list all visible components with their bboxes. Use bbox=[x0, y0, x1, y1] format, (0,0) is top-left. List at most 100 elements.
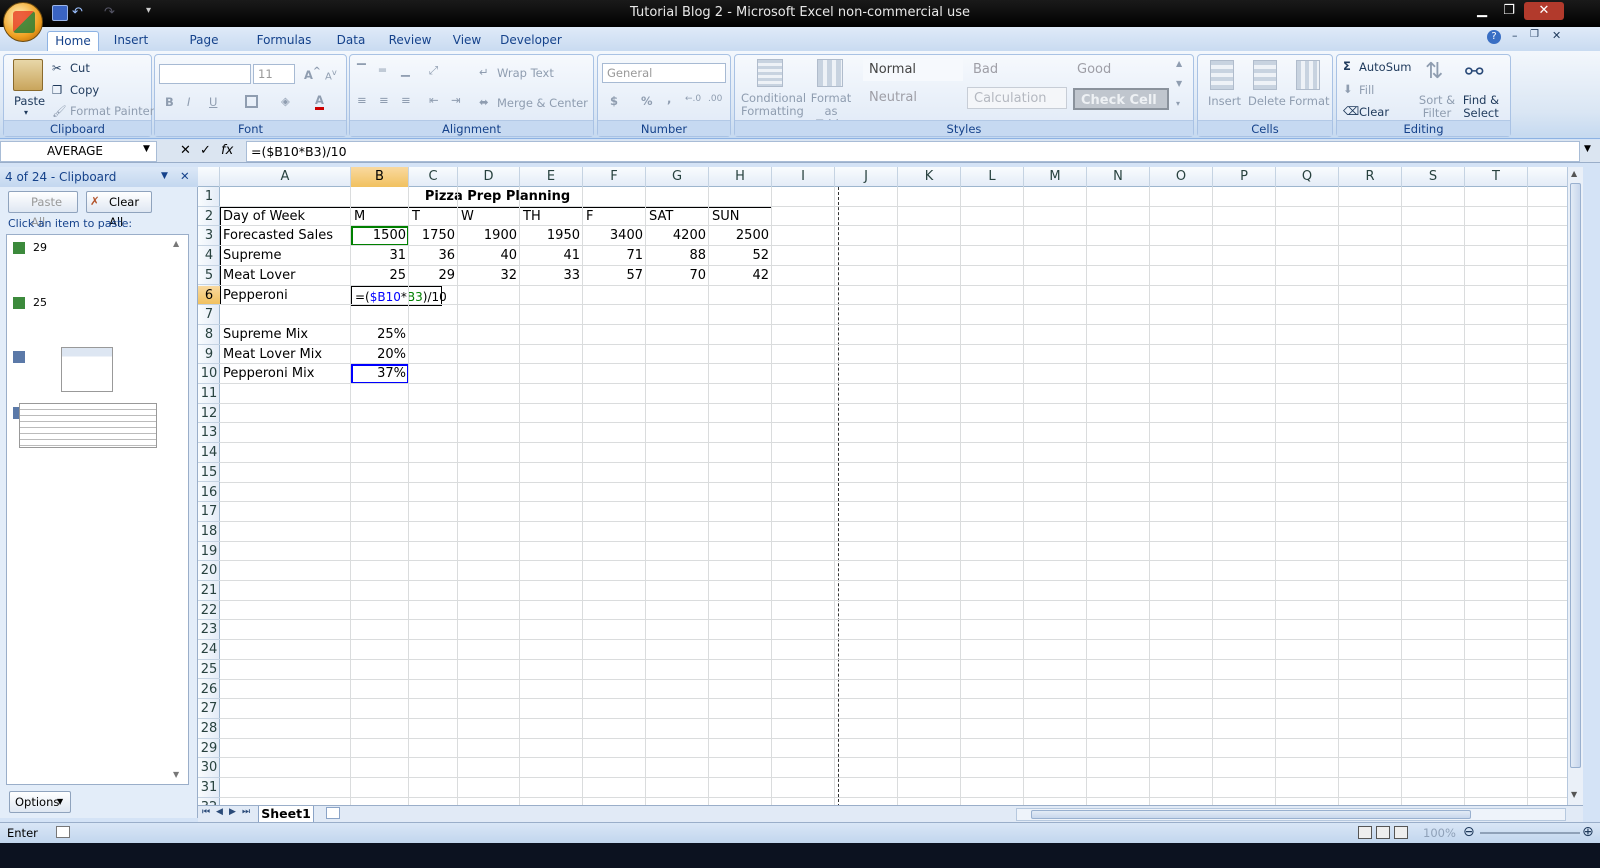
pane-options-dropdown-icon[interactable]: ▼ bbox=[161, 171, 168, 181]
clear-button[interactable]: Clear bbox=[1359, 105, 1389, 119]
worksheet-grid[interactable]: ABCDEFGHIJKLMNOPQRST 1 2 3 4 5 6 7 8 9 10 11 12 13 14… bbox=[198, 167, 1567, 805]
align-left-icon[interactable]: ≡ bbox=[357, 93, 367, 107]
row-header-4[interactable]: 4 bbox=[198, 246, 220, 266]
row-header-25[interactable]: 25 bbox=[198, 660, 220, 680]
sheet-title-cell[interactable]: Pizza Prep Planning bbox=[220, 187, 772, 207]
styles-scroll-down-icon[interactable]: ▼ bbox=[1176, 79, 1182, 88]
row-header-28[interactable]: 28 bbox=[198, 719, 220, 739]
align-middle-icon[interactable]: ═ bbox=[379, 63, 386, 77]
align-bottom-icon[interactable]: ▁ bbox=[401, 63, 410, 77]
row-header-23[interactable]: 23 bbox=[198, 620, 220, 641]
row-header-20[interactable]: 20 bbox=[198, 561, 220, 581]
font-color-icon[interactable]: A bbox=[315, 93, 324, 110]
grow-font-icon[interactable]: A^ bbox=[304, 66, 321, 82]
column-header-r[interactable]: R bbox=[1339, 167, 1402, 187]
row-header-7[interactable]: 7 bbox=[198, 305, 220, 325]
scroll-up-icon[interactable]: ▲ bbox=[1571, 169, 1577, 178]
mix-value-cell[interactable]: 20% bbox=[351, 345, 409, 365]
office-button[interactable] bbox=[3, 2, 43, 42]
column-header-q[interactable]: Q bbox=[1276, 167, 1339, 187]
mix-label-cell[interactable]: Supreme Mix bbox=[220, 325, 351, 345]
tab-data[interactable]: Data bbox=[334, 31, 368, 51]
cancel-entry-icon[interactable]: ✕ bbox=[180, 143, 191, 158]
normal-view-icon[interactable] bbox=[1358, 826, 1372, 839]
tab-view[interactable]: View bbox=[449, 31, 485, 51]
column-header-d[interactable]: D bbox=[458, 167, 520, 187]
clipboard-item[interactable]: 25 bbox=[13, 296, 47, 309]
mix-value-cell[interactable]: 25% bbox=[351, 325, 409, 345]
enter-entry-icon[interactable]: ✓ bbox=[200, 143, 211, 158]
fill-color-icon[interactable]: ◈ bbox=[281, 94, 290, 108]
sheet-tab-sheet1[interactable]: Sheet1 bbox=[258, 806, 314, 823]
row-header-31[interactable]: 31 bbox=[198, 778, 220, 798]
cut-button[interactable]: Cut bbox=[70, 61, 90, 75]
column-header-a[interactable]: A bbox=[220, 167, 351, 187]
column-header-s[interactable]: S bbox=[1402, 167, 1465, 187]
paste-button[interactable]: Paste bbox=[14, 94, 45, 108]
column-header-o[interactable]: O bbox=[1150, 167, 1213, 187]
insert-cells-button[interactable]: Insert bbox=[1208, 94, 1241, 108]
copy-button[interactable]: Copy bbox=[70, 83, 99, 97]
font-size-box[interactable]: 11 bbox=[253, 64, 295, 84]
row-header-27[interactable]: 27 bbox=[198, 699, 220, 719]
name-box[interactable]: AVERAGE bbox=[0, 141, 157, 162]
clipboard-image-item[interactable] bbox=[13, 403, 157, 448]
format-cells-button[interactable]: Format bbox=[1289, 94, 1330, 108]
zoom-in-icon[interactable]: ⊕ bbox=[1582, 824, 1594, 840]
merge-center-button[interactable]: Merge & Center bbox=[497, 96, 588, 110]
shrink-font-icon[interactable]: Av bbox=[325, 67, 337, 82]
align-center-icon[interactable]: ≡ bbox=[379, 93, 389, 107]
row-header-10[interactable]: 10 bbox=[198, 364, 220, 384]
paste-all-button[interactable]: Paste All bbox=[8, 191, 78, 229]
tab-home[interactable]: Home bbox=[47, 31, 99, 51]
next-sheet-icon[interactable]: ▶ bbox=[229, 807, 236, 817]
style-normal[interactable]: Normal bbox=[863, 59, 963, 81]
format-painter-button[interactable]: Format Painter bbox=[70, 104, 154, 118]
style-good[interactable]: Good bbox=[1071, 59, 1171, 81]
column-header-e[interactable]: E bbox=[520, 167, 583, 187]
column-header-m[interactable]: M bbox=[1024, 167, 1087, 187]
restore-button[interactable]: ❐ bbox=[1496, 2, 1522, 20]
row-header-24[interactable]: 24 bbox=[198, 640, 220, 660]
prev-sheet-icon[interactable]: ◀ bbox=[216, 807, 223, 817]
find-select-button[interactable]: Find & Select bbox=[1461, 94, 1501, 120]
style-bad[interactable]: Bad bbox=[967, 59, 1067, 81]
ribbon-minimize-button[interactable]: – bbox=[1512, 29, 1518, 42]
row-header-2[interactable]: 2 bbox=[198, 207, 220, 227]
row-header-9[interactable]: 9 bbox=[198, 345, 220, 365]
decrease-decimal-icon[interactable]: .00 bbox=[708, 94, 722, 104]
row-header-11[interactable]: 11 bbox=[198, 384, 220, 404]
row-header-3[interactable]: 3 bbox=[198, 226, 220, 247]
pane-scroll-up-icon[interactable]: ▲ bbox=[173, 239, 179, 248]
pane-close-icon[interactable]: ✕ bbox=[180, 169, 190, 183]
clipboard-image-item[interactable] bbox=[13, 347, 113, 392]
autosum-button[interactable]: AutoSum bbox=[1359, 60, 1412, 74]
page-layout-view-icon[interactable] bbox=[1376, 826, 1390, 839]
workbook-close-button[interactable]: ✕ bbox=[1552, 29, 1561, 42]
ribbon-restore-button[interactable]: ❐ bbox=[1530, 29, 1539, 40]
mix-label-cell[interactable]: Pepperoni Mix bbox=[220, 364, 351, 384]
row-header-13[interactable]: 13 bbox=[198, 423, 220, 444]
clipboard-item[interactable]: 29 bbox=[13, 241, 47, 254]
page-break-view-icon[interactable] bbox=[1394, 826, 1408, 839]
horizontal-scrollbar[interactable] bbox=[1016, 808, 1566, 821]
row-header-18[interactable]: 18 bbox=[198, 522, 220, 542]
minimize-button[interactable]: ▁ bbox=[1469, 2, 1495, 20]
row-header-5[interactable]: 5 bbox=[198, 266, 220, 286]
orientation-icon[interactable]: ⤢ bbox=[429, 63, 438, 78]
column-header-i[interactable]: I bbox=[772, 167, 835, 187]
tab-formulas[interactable]: Formulas bbox=[256, 31, 312, 51]
row-header-30[interactable]: 30 bbox=[198, 758, 220, 778]
column-header-c[interactable]: C bbox=[409, 167, 458, 187]
horizontal-scroll-thumb[interactable] bbox=[1031, 810, 1471, 819]
insert-function-button[interactable]: fx bbox=[221, 143, 233, 158]
insert-sheet-icon[interactable] bbox=[326, 807, 340, 819]
styles-scroll-up-icon[interactable]: ▲ bbox=[1176, 59, 1182, 68]
style-check-cell[interactable]: Check Cell bbox=[1073, 88, 1169, 110]
sort-filter-button[interactable]: Sort & Filter bbox=[1417, 94, 1457, 120]
increase-decimal-icon[interactable]: ←.0 bbox=[685, 94, 701, 104]
column-header-p[interactable]: P bbox=[1213, 167, 1276, 187]
row-header-15[interactable]: 15 bbox=[198, 463, 220, 483]
macro-record-icon[interactable] bbox=[56, 826, 70, 838]
formula-input[interactable]: =($B10*B3)/10 bbox=[246, 141, 1580, 162]
